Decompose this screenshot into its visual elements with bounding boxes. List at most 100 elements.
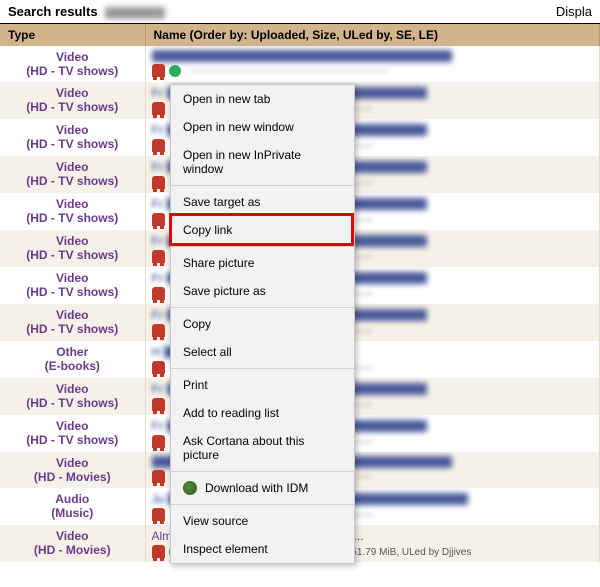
magnet-icon[interactable]	[152, 250, 165, 263]
menu-item-print[interactable]: Print	[171, 371, 354, 399]
type-category-link[interactable]: Video	[56, 382, 88, 396]
menu-item-share-picture[interactable]: Share picture	[171, 249, 354, 277]
search-header: Search results Displa	[0, 0, 600, 24]
type-cell: Video(HD - TV shows)	[0, 46, 145, 82]
menu-item-label: Open in new tab	[183, 92, 270, 106]
magnet-icon[interactable]	[152, 176, 165, 189]
magnet-icon[interactable]	[152, 287, 165, 300]
idm-icon	[183, 481, 197, 495]
menu-item-label: Share picture	[183, 256, 254, 270]
type-subcategory-link[interactable]: (HD - TV shows)	[26, 285, 118, 299]
title-prefix-blur: H	[152, 345, 161, 359]
menu-separator	[171, 246, 354, 247]
menu-item-label: Save picture as	[183, 284, 266, 298]
menu-item-copy[interactable]: Copy	[171, 310, 354, 338]
menu-item-copy-link[interactable]: Copy link	[171, 216, 354, 244]
magnet-icon[interactable]	[152, 324, 165, 337]
type-subcategory-link[interactable]: (HD - TV shows)	[26, 433, 118, 447]
type-category-link[interactable]: Video	[56, 529, 88, 543]
menu-item-label: View source	[183, 514, 248, 528]
col-type[interactable]: Type	[0, 24, 145, 46]
menu-item-label: Ask Cortana about this picture	[183, 434, 342, 462]
type-category-link[interactable]: Video	[56, 271, 88, 285]
type-category-link[interactable]: Video	[56, 419, 88, 433]
type-category-link[interactable]: Video	[56, 123, 88, 137]
magnet-icon[interactable]	[152, 361, 165, 374]
menu-item-label: Inspect element	[183, 542, 268, 556]
magnet-icon[interactable]	[152, 213, 165, 226]
type-subcategory-link[interactable]: (E-books)	[45, 359, 100, 373]
type-cell: Audio(Music)	[0, 488, 145, 525]
magnet-icon[interactable]	[152, 470, 165, 483]
trusted-icon[interactable]	[169, 65, 181, 77]
menu-item-save-target-as[interactable]: Save target as	[171, 188, 354, 216]
type-subcategory-link[interactable]: (HD - TV shows)	[26, 174, 118, 188]
type-category-link[interactable]: Video	[56, 308, 88, 322]
type-subcategory-link[interactable]: (HD - TV shows)	[26, 396, 118, 410]
menu-item-open-in-new-window[interactable]: Open in new window	[171, 113, 354, 141]
type-category-link[interactable]: Video	[56, 197, 88, 211]
type-subcategory-link[interactable]: (HD - TV shows)	[26, 137, 118, 151]
type-subcategory-link[interactable]: (HD - TV shows)	[26, 248, 118, 262]
type-cell: Video(HD - TV shows)	[0, 193, 145, 230]
type-category-link[interactable]: Video	[56, 50, 88, 64]
title-prefix-blur: Ju	[152, 492, 165, 506]
menu-item-label: Add to reading list	[183, 406, 279, 420]
menu-separator	[171, 185, 354, 186]
title-prefix-blur: Fr	[152, 234, 163, 248]
type-cell: Video(HD - TV shows)	[0, 267, 145, 304]
title-prefix-blur: Fr	[152, 160, 163, 174]
menu-item-select-all[interactable]: Select all	[171, 338, 354, 366]
menu-item-label: Save target as	[183, 195, 260, 209]
menu-item-open-in-new-tab[interactable]: Open in new tab	[171, 85, 354, 113]
type-category-link[interactable]: Video	[56, 456, 88, 470]
type-category-link[interactable]: Other	[56, 345, 88, 359]
magnet-icon[interactable]	[152, 398, 165, 411]
magnet-icon[interactable]	[152, 64, 165, 77]
type-subcategory-link[interactable]: (Music)	[51, 506, 93, 520]
magnet-icon[interactable]	[152, 545, 165, 558]
magnet-icon[interactable]	[152, 102, 165, 115]
type-subcategory-link[interactable]: (HD - TV shows)	[26, 322, 118, 336]
menu-item-inspect-element[interactable]: Inspect element	[171, 535, 354, 563]
type-subcategory-link[interactable]: (HD - TV shows)	[26, 211, 118, 225]
type-cell: Video(HD - Movies)	[0, 525, 145, 562]
menu-item-open-in-new-inprivate-window[interactable]: Open in new InPrivate window	[171, 141, 354, 183]
name-cell: ────────────────────────────	[145, 46, 600, 82]
type-cell: Video(HD - TV shows)	[0, 82, 145, 119]
type-cell: Video(HD - TV shows)	[0, 230, 145, 267]
type-subcategory-link[interactable]: (HD - TV shows)	[26, 100, 118, 114]
type-cell: Video(HD - TV shows)	[0, 119, 145, 156]
result-meta-blurred: ────────────────────────────	[191, 66, 389, 77]
magnet-icon[interactable]	[152, 139, 165, 152]
title-prefix-blur: Fr	[152, 271, 163, 285]
title-prefix-blur: Fr	[152, 308, 163, 322]
menu-item-label: Open in new InPrivate window	[183, 148, 342, 176]
col-name[interactable]: Name (Order by: Uploaded, Size, ULed by,…	[145, 24, 600, 46]
title-prefix-blur: Fr	[152, 197, 163, 211]
menu-item-label: Download with IDM	[205, 481, 308, 495]
type-category-link[interactable]: Video	[56, 234, 88, 248]
type-cell: Video(HD - Movies)	[0, 452, 145, 488]
menu-item-label: Copy	[183, 317, 211, 331]
type-subcategory-link[interactable]: (HD - Movies)	[34, 470, 111, 484]
type-subcategory-link[interactable]: (HD - Movies)	[34, 543, 111, 557]
menu-item-label: Print	[183, 378, 208, 392]
menu-item-save-picture-as[interactable]: Save picture as	[171, 277, 354, 305]
menu-item-ask-cortana-about-this-picture[interactable]: Ask Cortana about this picture	[171, 427, 354, 469]
magnet-icon[interactable]	[152, 508, 165, 521]
context-menu: Open in new tab Open in new window Open in…	[170, 84, 355, 564]
menu-item-label: Open in new window	[183, 120, 294, 134]
menu-item-add-to-reading-list[interactable]: Add to reading list	[171, 399, 354, 427]
magnet-icon[interactable]	[152, 435, 165, 448]
type-subcategory-link[interactable]: (HD - TV shows)	[26, 64, 118, 78]
menu-item-view-source[interactable]: View source	[171, 507, 354, 535]
type-cell: Video(HD - TV shows)	[0, 378, 145, 415]
type-cell: Video(HD - TV shows)	[0, 415, 145, 452]
type-category-link[interactable]: Audio	[55, 492, 89, 506]
type-category-link[interactable]: Video	[56, 86, 88, 100]
type-category-link[interactable]: Video	[56, 160, 88, 174]
result-title-blurred[interactable]	[152, 50, 452, 62]
menu-item-download-with-idm[interactable]: Download with IDM	[171, 474, 354, 502]
type-cell: Video(HD - TV shows)	[0, 156, 145, 193]
